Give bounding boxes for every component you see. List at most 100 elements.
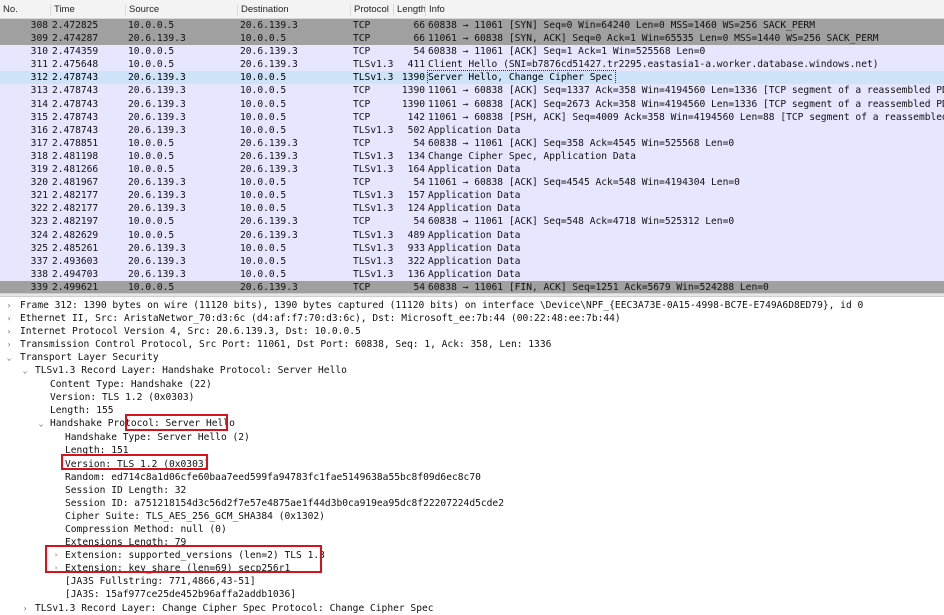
packet-length: 134 [407, 150, 425, 162]
tree-item-ip[interactable]: › Internet Protocol Version 4, Src: 20.6… [0, 325, 944, 338]
packet-time: 2.493603 [52, 255, 99, 267]
packet-destination: 10.0.0.5 [240, 124, 287, 136]
packet-source: 20.6.139.3 [128, 98, 186, 110]
column-header-length[interactable]: Length [393, 4, 426, 16]
packet-row[interactable]: 339 2.499621 10.0.0.5 20.6.139.3 TCP 54 60838 … [0, 280, 944, 294]
packet-row[interactable]: 337 2.493603 20.6.139.3 10.0.0.5 TLSv1.3 322 A… [0, 254, 944, 268]
packet-row[interactable]: 313 2.478743 20.6.139.3 10.0.0.5 TCP 1390 1106… [0, 84, 944, 98]
packet-row[interactable]: 309 2.474287 20.6.139.3 10.0.0.5 TCP 66 11061 … [0, 32, 944, 46]
packet-row[interactable]: 322 2.482177 20.6.139.3 10.0.0.5 TLSv1.3 124 A… [0, 202, 944, 216]
packet-destination: 20.6.139.3 [240, 59, 298, 71]
tree-item-label: Random: ed714c8a1d06cfe60baa7eed599fa947… [65, 471, 481, 483]
packet-destination: 10.0.0.5 [240, 111, 287, 123]
packet-info: 60838 → 11061 [ACK] Seq=548 Ack=4718 Win… [428, 216, 735, 228]
tree-item-label: Transport Layer Security [20, 352, 159, 364]
tree-item-tls[interactable]: ⌄ Transport Layer Security [0, 351, 944, 364]
packet-row[interactable]: 315 2.478743 20.6.139.3 10.0.0.5 TCP 142 11061… [0, 110, 944, 124]
packet-protocol: TCP [353, 137, 371, 149]
expand-arrow-icon[interactable]: › [4, 325, 14, 338]
packet-destination: 10.0.0.5 [240, 255, 287, 267]
field-session-id[interactable]: Session ID: a751218154d3c56d2f7e57e4875a… [0, 497, 944, 510]
packet-row[interactable]: 312 2.478743 20.6.139.3 10.0.0.5 TLSv1.3 1390… [0, 70, 944, 86]
packet-row[interactable]: 317 2.478851 10.0.0.5 20.6.139.3 TCP 54 60838 … [0, 136, 944, 150]
packet-list-pane[interactable]: No. Time Source Destination Protocol Len… [0, 0, 944, 294]
packet-info: Application Data [428, 164, 521, 176]
field-version[interactable]: Version: TLS 1.2 (0x0303) [0, 391, 944, 404]
field-handshake-type[interactable]: Handshake Type: Server Hello (2) [0, 431, 944, 444]
packet-no: 319 [30, 164, 48, 176]
packet-row[interactable]: 323 2.482197 10.0.0.5 20.6.139.3 TCP 54 60838 … [0, 215, 944, 229]
packet-row[interactable]: 338 2.494703 20.6.139.3 10.0.0.5 TLSv1.3 136 A… [0, 267, 944, 281]
tree-item-frame[interactable]: › Frame 312: 1390 bytes on wire (11120 b… [0, 299, 944, 312]
packet-length: 157 [407, 190, 425, 202]
packet-row[interactable]: 321 2.482177 20.6.139.3 10.0.0.5 TLSv1.3 157 A… [0, 189, 944, 203]
expand-arrow-icon[interactable]: › [4, 312, 14, 325]
column-header-info[interactable]: Info [425, 4, 445, 16]
expand-arrow-icon[interactable]: › [4, 299, 14, 312]
field-ja3s[interactable]: [JA3S: 15af977ce25de452b96affa2addb1036] [0, 588, 944, 601]
packet-row[interactable]: 320 2.481967 20.6.139.3 10.0.0.5 TCP 54 11061 … [0, 176, 944, 190]
packet-info: 60838 → 11061 [SYN] Seq=0 Win=64240 Len=… [428, 20, 815, 31]
packet-protocol: TCP [353, 281, 371, 293]
field-ja3s-fullstring[interactable]: [JA3S Fullstring: 771,4866,43-51] [0, 575, 944, 588]
packet-rows: 308 2.472825 10.0.0.5 20.6.139.3 TCP 66 60838 … [0, 19, 944, 294]
packet-row[interactable]: 318 2.481198 10.0.0.5 20.6.139.3 TLSv1.3 134 C… [0, 149, 944, 164]
packet-no: 313 [30, 85, 48, 97]
collapse-arrow-icon[interactable]: ⌄ [4, 351, 14, 364]
packet-time: 2.494703 [52, 268, 99, 280]
collapse-arrow-icon[interactable]: ⌄ [36, 417, 46, 432]
packet-no: 325 [30, 242, 48, 254]
packet-length: 1390 [401, 98, 425, 110]
tree-item-ethernet[interactable]: › Ethernet II, Src: AristaNetwor_70:d3:6… [0, 312, 944, 325]
expand-arrow-icon[interactable]: › [4, 338, 14, 351]
collapse-arrow-icon[interactable]: ⌄ [20, 364, 30, 377]
tree-item-label: Cipher Suite: TLS_AES_256_GCM_SHA384 (0x… [65, 510, 325, 522]
packet-no: 321 [30, 190, 48, 202]
packet-no: 314 [30, 98, 48, 110]
tree-item-record-layer[interactable]: ⌄ TLSv1.3 Record Layer: Handshake Protoc… [0, 364, 944, 377]
packet-row[interactable]: 316 2.478743 20.6.139.3 10.0.0.5 TLSv1.3 502 A… [0, 123, 944, 137]
field-content-type[interactable]: Content Type: Handshake (22) [0, 378, 944, 391]
packet-destination: 20.6.139.3 [240, 281, 298, 293]
packet-protocol: TLSv1.3 [353, 190, 394, 202]
packet-row[interactable]: 325 2.485261 20.6.139.3 10.0.0.5 TLSv1.3 933 A… [0, 241, 944, 255]
packet-length: 411 [407, 59, 425, 71]
packet-protocol: TCP [353, 216, 371, 228]
tree-item-label: [JA3S Fullstring: 771,4866,43-51] [65, 576, 256, 588]
packet-protocol: TLSv1.3 [353, 150, 394, 162]
field-random[interactable]: Random: ed714c8a1d06cfe60baa7eed599fa947… [0, 471, 944, 484]
packet-no: 318 [30, 150, 48, 162]
packet-destination: 10.0.0.5 [240, 268, 287, 280]
packet-source: 10.0.0.5 [128, 150, 175, 162]
packet-time: 2.478743 [52, 124, 99, 136]
field-session-id-length[interactable]: Session ID Length: 32 [0, 484, 944, 497]
packet-protocol: TCP [353, 111, 371, 123]
packet-row[interactable]: 311 2.475648 10.0.0.5 20.6.139.3 TLSv1.3 411 C… [0, 58, 944, 72]
packet-protocol: TCP [353, 46, 371, 58]
packet-row[interactable]: 324 2.482629 10.0.0.5 20.6.139.3 TLSv1.3 489 A… [0, 228, 944, 242]
packet-row[interactable]: 319 2.481266 10.0.0.5 20.6.139.3 TLSv1.3 164 A… [0, 163, 944, 177]
packet-info: 11061 → 60838 [PSH, ACK] Seq=4009 Ack=35… [428, 111, 944, 123]
packet-row[interactable]: 314 2.478743 20.6.139.3 10.0.0.5 TCP 1390 1106… [0, 97, 944, 111]
field-compression[interactable]: Compression Method: null (0) [0, 523, 944, 536]
column-header-protocol[interactable]: Protocol [350, 4, 389, 16]
tree-item-tcp[interactable]: › Transmission Control Protocol, Src Por… [0, 338, 944, 351]
packet-row[interactable]: 310 2.474359 10.0.0.5 20.6.139.3 TCP 54 60838 … [0, 45, 944, 59]
packet-row[interactable]: 308 2.472825 10.0.0.5 20.6.139.3 TCP 66 60838 … [0, 19, 944, 33]
column-header-destination[interactable]: Destination [237, 4, 289, 16]
packet-protocol: TCP [353, 98, 371, 110]
tree-item-record-layer-ccs[interactable]: › TLSv1.3 Record Layer: Change Cipher Sp… [0, 602, 944, 615]
column-header-time[interactable]: Time [50, 4, 75, 16]
packet-destination: 20.6.139.3 [240, 137, 298, 149]
packet-length: 54 [413, 177, 425, 189]
expand-arrow-icon[interactable]: › [20, 602, 30, 615]
packet-destination: 20.6.139.3 [240, 46, 298, 58]
packet-protocol: TLSv1.3 [353, 255, 394, 267]
packet-no: 311 [30, 59, 48, 71]
field-cipher-suite[interactable]: Cipher Suite: TLS_AES_256_GCM_SHA384 (0x… [0, 510, 944, 523]
packet-no: 338 [30, 268, 48, 280]
packet-source: 20.6.139.3 [128, 177, 186, 189]
column-header-source[interactable]: Source [125, 4, 159, 16]
column-header-no[interactable]: No. [0, 4, 18, 16]
packet-info: Change Cipher Spec, Application Data [428, 150, 636, 162]
